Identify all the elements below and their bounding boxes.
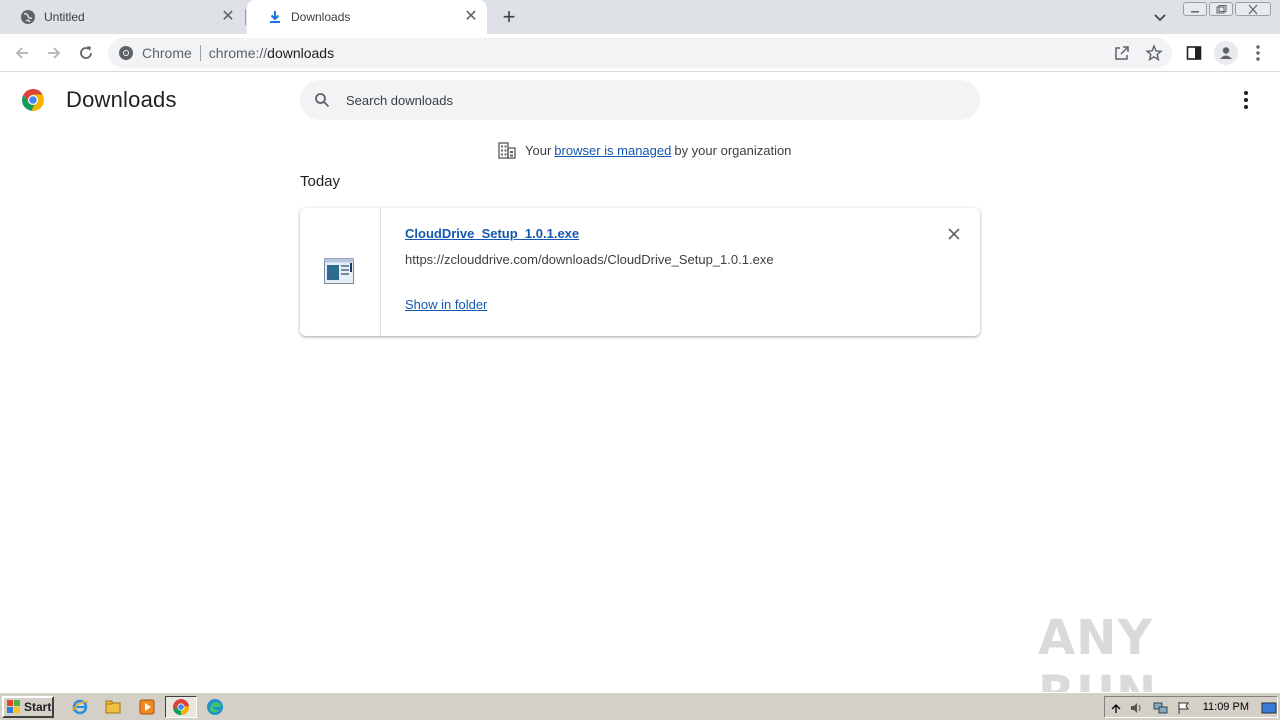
chrome-icon bbox=[173, 699, 190, 716]
download-icon bbox=[267, 9, 283, 25]
search-icon bbox=[314, 92, 330, 108]
new-tab-button[interactable]: + bbox=[499, 6, 519, 28]
omnibox-separator bbox=[199, 45, 201, 61]
profile-avatar-icon[interactable] bbox=[1214, 41, 1238, 65]
tab-downloads[interactable]: Downloads ✕ bbox=[247, 0, 487, 34]
network-icon[interactable] bbox=[1153, 701, 1168, 715]
start-label: Start bbox=[24, 700, 52, 714]
show-desktop-icon[interactable] bbox=[1261, 701, 1277, 715]
search-bar[interactable] bbox=[300, 80, 980, 120]
downloads-page: Downloads Your browser is managed by you… bbox=[0, 72, 1280, 722]
remove-download-button[interactable] bbox=[944, 224, 964, 244]
minimize-button[interactable] bbox=[1183, 2, 1207, 16]
edge-icon[interactable] bbox=[205, 697, 225, 717]
start-button[interactable]: Start bbox=[2, 696, 54, 718]
managed-notice-suffix: by your organization bbox=[674, 142, 792, 158]
side-panel-icon[interactable] bbox=[1184, 43, 1204, 63]
browser-toolbar: Chrome chrome://downloads bbox=[0, 34, 1280, 72]
url-scheme: chrome:// bbox=[208, 45, 268, 61]
chrome-logo-icon bbox=[21, 88, 45, 112]
download-item-card: CloudDrive_Setup_1.0.1.exe https://zclou… bbox=[300, 208, 980, 336]
close-window-button[interactable] bbox=[1235, 2, 1271, 16]
windows-taskbar: Start 11:09 PM bbox=[0, 692, 1280, 720]
clock[interactable]: 11:09 PM bbox=[1203, 701, 1249, 713]
close-icon bbox=[948, 228, 960, 240]
managed-notice-prefix: Your bbox=[525, 142, 552, 158]
globe-icon bbox=[20, 9, 36, 25]
date-section-header: Today bbox=[300, 173, 341, 190]
tab-strip: Untitled ✕ Downloads ✕ + bbox=[0, 0, 1280, 34]
show-in-folder-link[interactable]: Show in folder bbox=[405, 297, 487, 312]
more-actions-icon[interactable] bbox=[1236, 90, 1256, 110]
download-file-name-link[interactable]: CloudDrive_Setup_1.0.1.exe bbox=[405, 226, 579, 241]
explorer-icon[interactable] bbox=[103, 697, 123, 717]
media-player-icon[interactable] bbox=[137, 697, 157, 717]
chrome-taskbar-button[interactable] bbox=[165, 696, 197, 718]
executable-file-icon bbox=[324, 258, 354, 284]
chevron-down-icon[interactable] bbox=[1152, 9, 1168, 25]
system-tray: 11:09 PM bbox=[1104, 696, 1278, 718]
tab-separator bbox=[245, 9, 246, 25]
reload-button[interactable] bbox=[75, 42, 97, 64]
chrome-chip-label: Chrome bbox=[142, 45, 192, 61]
ie-icon[interactable] bbox=[70, 697, 90, 717]
restore-button[interactable] bbox=[1209, 2, 1233, 16]
building-icon bbox=[498, 141, 516, 159]
file-icon-column bbox=[300, 208, 381, 336]
share-icon[interactable] bbox=[1112, 43, 1132, 63]
page-title: Downloads bbox=[66, 87, 177, 112]
action-center-flag-icon[interactable] bbox=[1177, 701, 1191, 715]
chrome-menu-icon[interactable] bbox=[1248, 43, 1268, 63]
volume-icon[interactable] bbox=[1129, 701, 1143, 715]
chrome-chip-icon bbox=[118, 45, 134, 61]
tab-title: Downloads bbox=[291, 10, 351, 24]
forward-button[interactable] bbox=[43, 42, 65, 64]
managed-browser-link[interactable]: browser is managed bbox=[554, 143, 671, 158]
search-input[interactable] bbox=[346, 80, 966, 120]
close-tab-icon[interactable]: ✕ bbox=[220, 9, 236, 25]
back-button[interactable] bbox=[11, 42, 33, 64]
tab-untitled[interactable]: Untitled ✕ bbox=[0, 0, 244, 34]
download-source-url: https://zclouddrive.com/downloads/CloudD… bbox=[405, 252, 774, 267]
url-host: downloads bbox=[267, 45, 335, 61]
tab-title: Untitled bbox=[44, 10, 85, 24]
managed-notice: Your browser is managed by your organiza… bbox=[498, 141, 791, 159]
address-bar[interactable]: Chrome chrome://downloads bbox=[108, 38, 1172, 68]
close-tab-icon[interactable]: ✕ bbox=[463, 9, 479, 25]
show-hidden-icons-icon[interactable] bbox=[1109, 701, 1123, 715]
bookmark-star-icon[interactable] bbox=[1144, 43, 1164, 63]
windows-logo-icon bbox=[7, 700, 21, 714]
